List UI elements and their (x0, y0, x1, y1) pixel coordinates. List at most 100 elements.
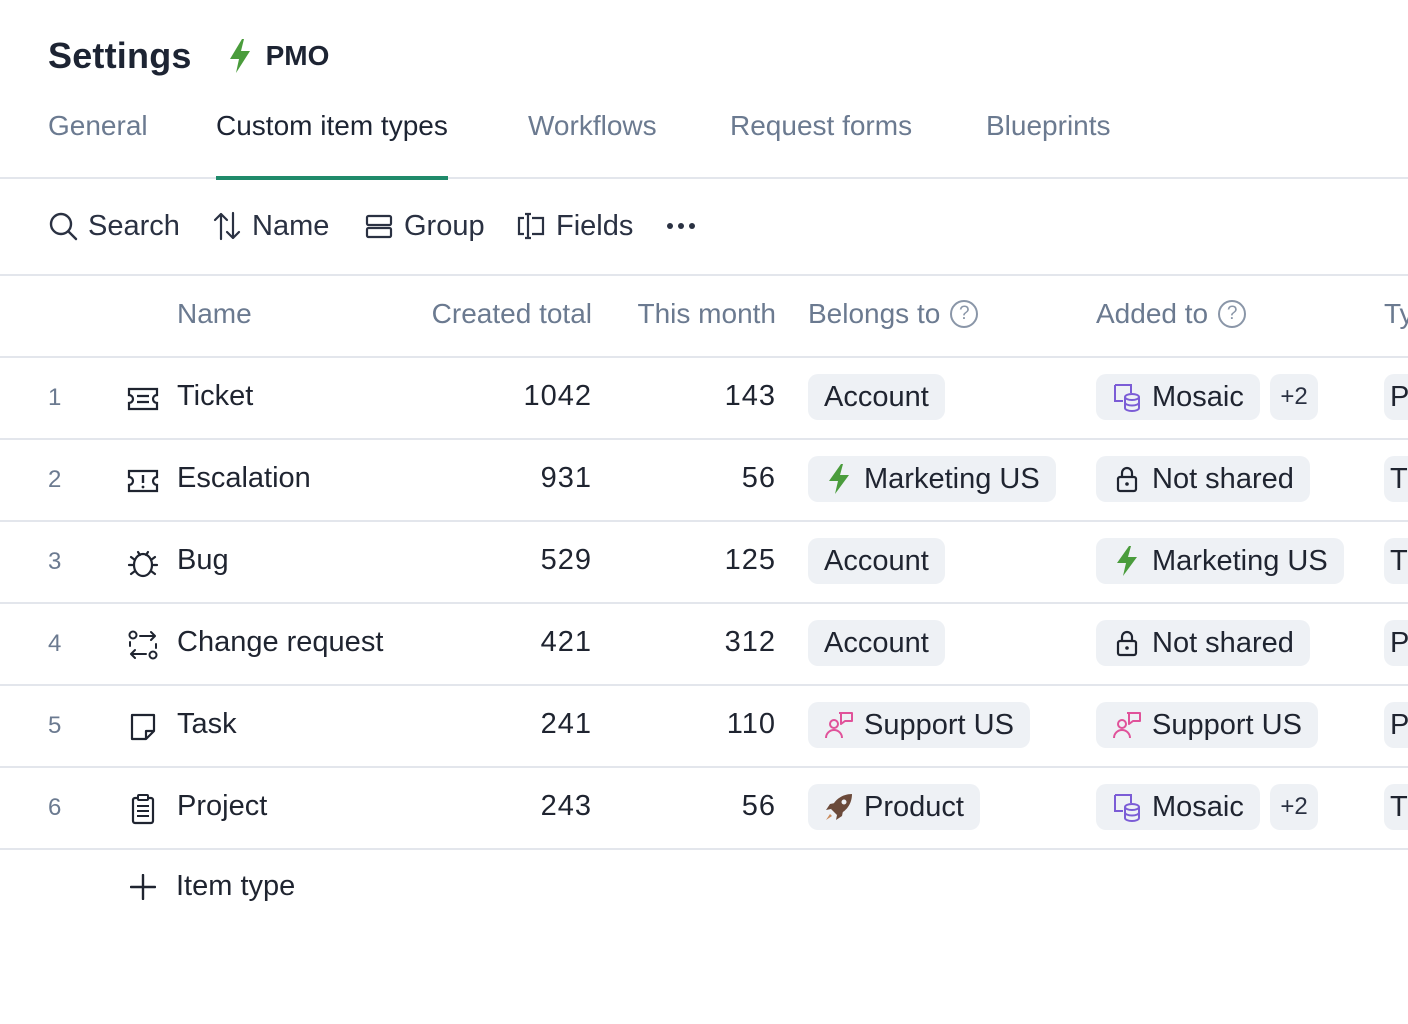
this-month: 56 (741, 790, 776, 822)
this-month: 110 (726, 708, 776, 740)
workspace-badge[interactable]: PMO (226, 39, 329, 73)
column-header-belongs-to[interactable]: Belongs to ? (808, 298, 979, 330)
type-chip[interactable]: T (1384, 538, 1408, 584)
created-total: 931 (540, 462, 592, 494)
add-item-type-label: Item type (176, 870, 296, 902)
belongs-to-text: Account (824, 380, 929, 413)
change-request-icon (128, 630, 158, 660)
belongs-to-chip[interactable]: Account (808, 538, 945, 584)
tab-blueprints[interactable]: Blueprints (986, 110, 1111, 176)
tab-bar: General Custom item types Workflows Requ… (0, 100, 1408, 180)
more-button[interactable] (666, 208, 696, 244)
sort-icon (213, 211, 241, 241)
belongs-to-label: Belongs to (808, 298, 941, 329)
this-month: 125 (724, 544, 776, 576)
help-icon[interactable]: ? (1218, 300, 1247, 328)
created-total: 421 (540, 626, 592, 658)
fields-button[interactable]: Fields (516, 208, 633, 244)
sort-label: Name (252, 209, 330, 242)
table-header: Name Created total This month Belongs to… (0, 276, 1408, 358)
belongs-to-text: Account (824, 626, 929, 659)
tab-workflows[interactable]: Workflows (528, 110, 657, 176)
item-type-name[interactable]: Change request (177, 626, 383, 659)
belongs-to-text: Marketing US (864, 462, 1040, 495)
table-row[interactable]: 1 Ticket 1042 143 Account Mosaic +2 P (0, 358, 1408, 440)
added-to-text: Mosaic (1152, 380, 1244, 413)
column-header-this-month[interactable]: This month (638, 298, 777, 330)
created-total: 243 (540, 790, 592, 822)
bug-icon (127, 550, 159, 578)
lightning-icon (1117, 546, 1137, 576)
created-total: 529 (540, 544, 592, 576)
sort-button[interactable]: Name (212, 208, 329, 244)
item-type-name[interactable]: Ticket (177, 380, 253, 413)
lightning-icon (829, 464, 849, 494)
table-row[interactable]: 6 Project 243 56 Product Mosaic +2 T (0, 768, 1408, 850)
type-chip[interactable]: T (1384, 784, 1408, 830)
tab-general[interactable]: General (48, 110, 148, 176)
added-to-text: Marketing US (1152, 544, 1328, 577)
tab-request-forms[interactable]: Request forms (730, 110, 912, 176)
search-button[interactable]: Search (48, 208, 180, 244)
page-header: Settings PMO (48, 30, 329, 82)
help-icon[interactable]: ? (950, 300, 979, 328)
support-icon (825, 712, 853, 739)
group-button[interactable]: Group (364, 208, 485, 244)
row-number: 5 (48, 712, 62, 739)
type-chip[interactable]: T (1384, 456, 1408, 502)
item-type-name[interactable]: Escalation (177, 462, 311, 495)
added-to-chip[interactable]: Support US (1096, 702, 1318, 748)
mosaic-icon (1114, 794, 1140, 822)
added-to-chip[interactable]: Not shared (1096, 456, 1310, 502)
table-row[interactable]: 5 Task 241 110 Support US Support US P (0, 686, 1408, 768)
item-type-name[interactable]: Project (177, 790, 267, 823)
more-count-badge[interactable]: +2 (1270, 374, 1318, 420)
tab-custom-item-types[interactable]: Custom item types (216, 110, 448, 180)
lock-icon (1116, 466, 1138, 493)
more-count-badge[interactable]: +2 (1270, 784, 1318, 830)
belongs-to-chip[interactable]: Account (808, 374, 945, 420)
belongs-to-text: Account (824, 544, 929, 577)
plus-icon (130, 873, 156, 900)
column-header-name[interactable]: Name (177, 298, 252, 330)
search-icon (49, 212, 78, 241)
belongs-to-chip[interactable]: Support US (808, 702, 1030, 748)
fields-icon (517, 212, 545, 240)
column-header-type[interactable]: Ty (1384, 298, 1408, 330)
row-number: 4 (48, 630, 62, 657)
belongs-to-text: Product (864, 790, 964, 823)
page-title: Settings (48, 35, 192, 76)
rocket-icon (826, 794, 852, 820)
lock-icon (1116, 630, 1138, 657)
type-chip[interactable]: P (1384, 702, 1408, 748)
column-header-added-to[interactable]: Added to ? (1096, 298, 1247, 330)
belongs-to-chip[interactable]: Product (808, 784, 980, 830)
add-item-type-button[interactable]: Item type (130, 870, 295, 903)
added-to-chip[interactable]: Mosaic (1096, 374, 1260, 420)
this-month: 143 (724, 380, 776, 412)
search-label: Search (88, 209, 180, 242)
belongs-to-chip[interactable]: Marketing US (808, 456, 1056, 502)
added-to-text: Mosaic (1152, 790, 1244, 823)
belongs-to-chip[interactable]: Account (808, 620, 945, 666)
added-to-chip[interactable]: Mosaic (1096, 784, 1260, 830)
column-header-created-total[interactable]: Created total (432, 298, 592, 330)
more-icon (667, 223, 695, 229)
added-to-chip[interactable]: Not shared (1096, 620, 1310, 666)
added-to-chip[interactable]: Marketing US (1096, 538, 1344, 584)
created-total: 1042 (523, 380, 592, 412)
fields-label: Fields (556, 209, 634, 242)
table-row[interactable]: 3 Bug 529 125 Account Marketing US T (0, 522, 1408, 604)
item-type-name[interactable]: Task (177, 708, 237, 741)
added-to-text: Not shared (1152, 626, 1294, 659)
escalation-icon (127, 469, 159, 493)
table-row[interactable]: 4 Change request 421 312 Account Not sha… (0, 604, 1408, 686)
table-row[interactable]: 2 Escalation 931 56 Marketing US Not sha… (0, 440, 1408, 522)
this-month: 56 (741, 462, 776, 494)
item-type-name[interactable]: Bug (177, 544, 229, 577)
row-number: 1 (48, 384, 62, 411)
type-chip[interactable]: P (1384, 620, 1408, 666)
project-icon (131, 794, 155, 825)
type-chip[interactable]: P (1384, 374, 1408, 420)
added-to-label: Added to (1096, 298, 1209, 329)
